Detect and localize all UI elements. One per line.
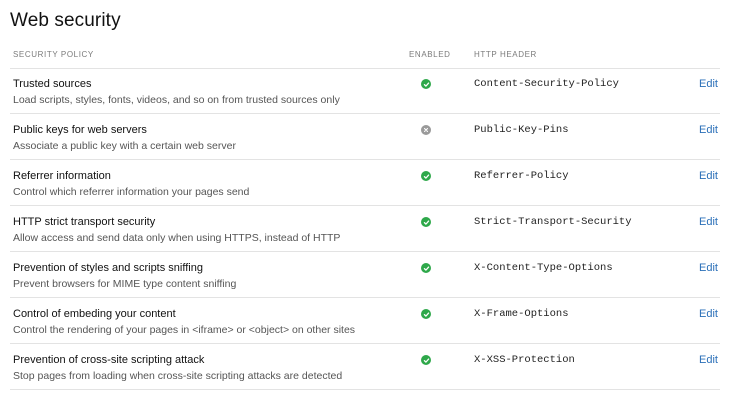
policy-description: Load scripts, styles, fonts, videos, and…	[13, 94, 340, 106]
http-header-name: Content-Security-Policy	[474, 78, 619, 90]
http-header-name: Public-Key-Pins	[474, 124, 569, 136]
edit-link[interactable]: Edit	[699, 124, 718, 136]
policy-name: HTTP strict transport security	[13, 216, 156, 228]
policy-description: Prevent browsers for MIME type content s…	[13, 278, 237, 290]
policy-description: Associate a public key with a certain we…	[13, 140, 236, 152]
http-header-name: Strict-Transport-Security	[474, 216, 632, 228]
edit-link[interactable]: Edit	[699, 262, 718, 274]
http-header-name: X-Content-Type-Options	[474, 262, 613, 274]
check-circle-icon	[421, 355, 431, 365]
edit-link[interactable]: Edit	[699, 78, 718, 90]
x-circle-icon	[421, 125, 431, 135]
table-row: Referrer information Control which referr…	[10, 160, 720, 206]
policy-name: Control of embeding your content	[13, 308, 176, 320]
column-header-http-header: HTTP HEADER	[474, 50, 537, 59]
policy-description: Control the rendering of your pages in <…	[13, 324, 356, 336]
table-header: SECURITY POLICY ENABLED HTTP HEADER	[10, 44, 720, 69]
column-header-policy: SECURITY POLICY	[13, 50, 94, 59]
policy-description: Allow access and send data only when usi…	[13, 232, 341, 244]
table-row: HTTP strict transport security Allow acce…	[10, 206, 720, 252]
table-row: Prevention of cross-site scripting attac…	[10, 344, 720, 390]
policy-description: Control which referrer information your …	[13, 186, 250, 198]
check-circle-icon	[421, 79, 431, 89]
table-row: Prevention of styles and scripts sniffin…	[10, 252, 720, 298]
policy-table: Trusted sources Load scripts, styles, fon…	[10, 68, 720, 390]
http-header-name: Referrer-Policy	[474, 170, 569, 182]
http-header-name: X-XSS-Protection	[474, 354, 575, 366]
policy-name: Public keys for web servers	[13, 124, 147, 136]
policy-name: Prevention of cross-site scripting attac…	[13, 354, 205, 366]
policy-name: Referrer information	[13, 170, 111, 182]
check-circle-icon	[421, 171, 431, 181]
edit-link[interactable]: Edit	[699, 308, 718, 320]
policy-description: Stop pages from loading when cross-site …	[13, 370, 343, 382]
policy-name: Trusted sources	[13, 78, 92, 90]
table-row: Control of embeding your content Control …	[10, 298, 720, 344]
check-circle-icon	[421, 309, 431, 319]
edit-link[interactable]: Edit	[699, 216, 718, 228]
web-security-page: Web security SECURITY POLICY ENABLED HTT…	[0, 0, 750, 409]
column-header-enabled: ENABLED	[409, 50, 451, 59]
check-circle-icon	[421, 263, 431, 273]
policy-name: Prevention of styles and scripts sniffin…	[13, 262, 203, 274]
edit-link[interactable]: Edit	[699, 170, 718, 182]
table-row: Public keys for web servers Associate a p…	[10, 114, 720, 160]
edit-link[interactable]: Edit	[699, 354, 718, 366]
http-header-name: X-Frame-Options	[474, 308, 569, 320]
check-circle-icon	[421, 217, 431, 227]
table-row: Trusted sources Load scripts, styles, fon…	[10, 68, 720, 114]
page-title: Web security	[10, 10, 121, 31]
